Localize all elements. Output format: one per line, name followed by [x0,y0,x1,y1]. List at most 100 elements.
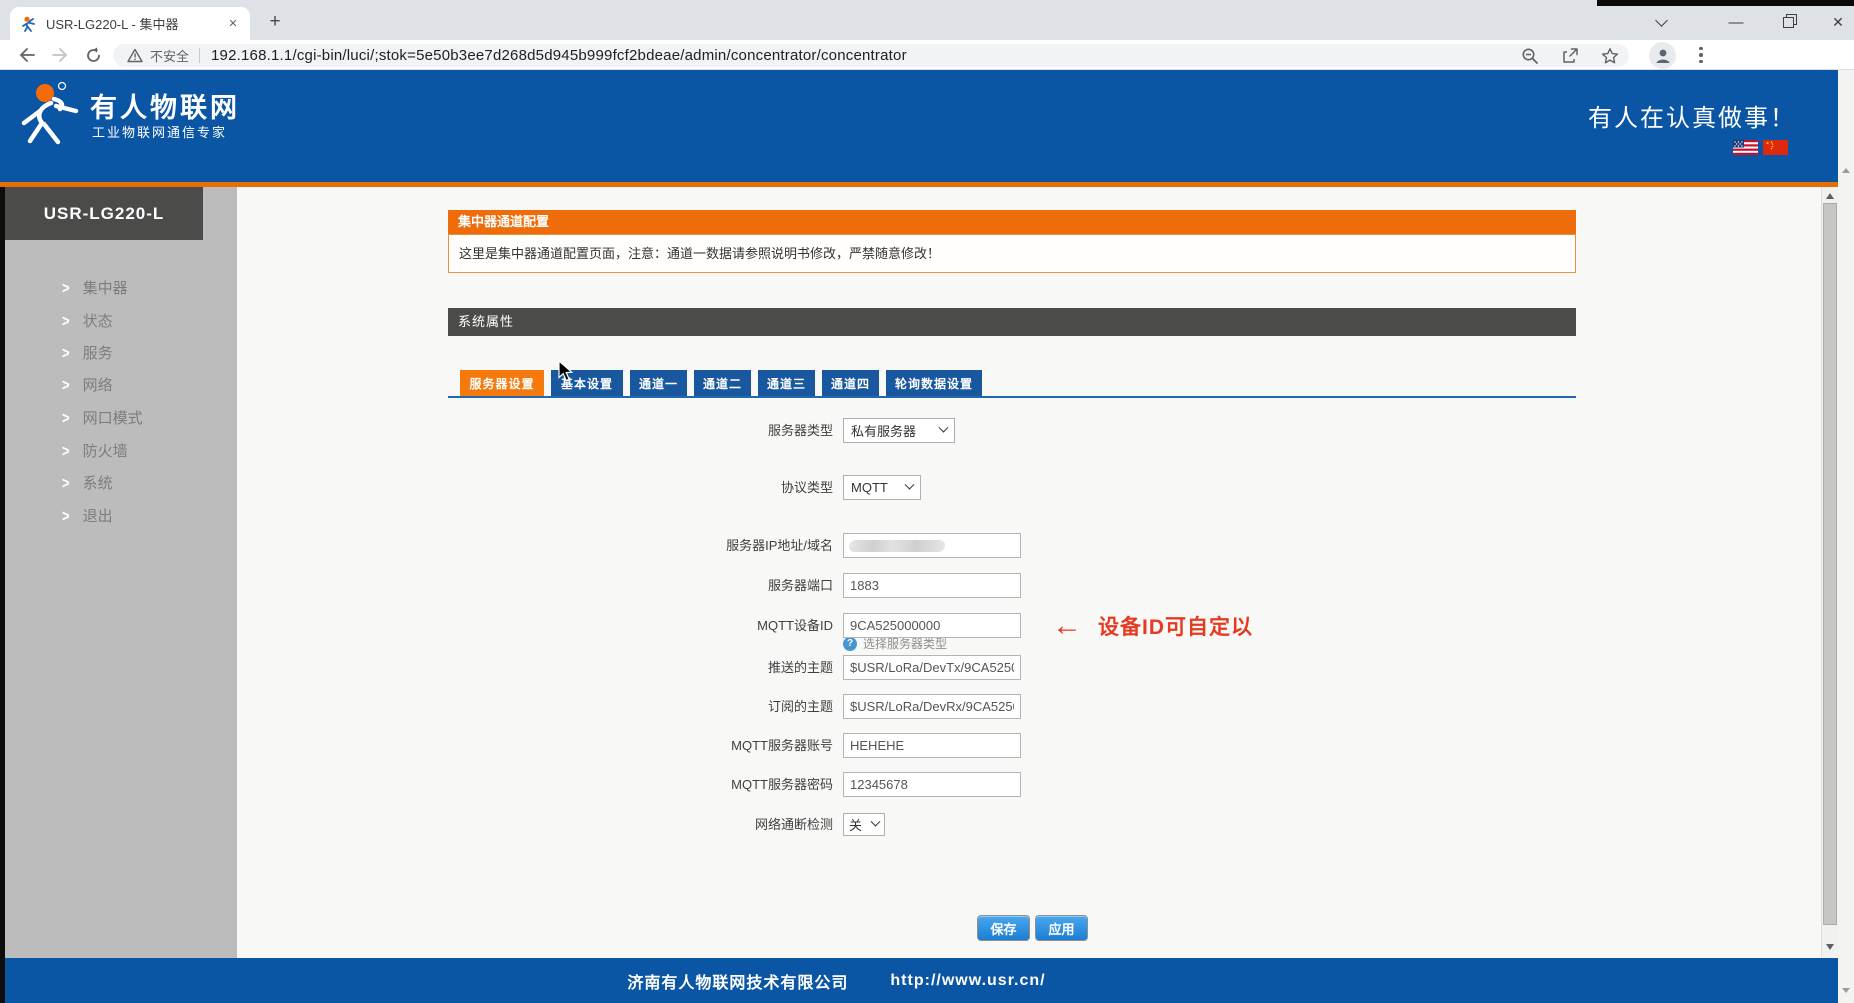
footer-url[interactable]: http://www.usr.cn/ [890,972,1045,990]
tab-underline [448,396,1576,398]
window-minimize-button[interactable]: — [1713,8,1759,36]
chevron-down-icon [871,817,881,827]
usr-logo [18,79,84,147]
sidebar-item-services[interactable]: > 服务 [5,339,203,365]
field-label: 推送的主题 [573,655,833,680]
tab-title: USR-LG220-L - 集中器 [46,14,224,33]
back-icon[interactable] [12,41,42,69]
apply-button[interactable]: 应用 [1035,915,1088,941]
omnibox-divider [199,48,200,63]
sidebar-item-system[interactable]: > 系统 [5,469,203,495]
field-label: 服务器端口 [573,573,833,598]
chevron-right-icon: > [62,472,70,492]
sidebar-item-port-mode[interactable]: > 网口模式 [5,404,203,430]
chevron-right-icon: > [62,505,70,525]
url-text[interactable]: 192.168.1.1/cgi-bin/luci/;stok=5e50b3ee7… [211,47,1509,64]
window-restore-button[interactable] [1765,8,1811,36]
usr-favicon [21,16,37,32]
tab-poll-data-settings[interactable]: 轮询数据设置 [886,370,982,396]
forward-icon [45,41,75,69]
tab-channel-4[interactable]: 通道四 [822,370,879,396]
chevron-right-icon: > [62,277,70,297]
address-bar[interactable]: 不安全 192.168.1.1/cgi-bin/luci/;stok=5e50b… [113,44,1629,67]
server-type-select[interactable]: 私有服务器 [843,418,955,443]
device-id-annotation: ← 设备ID可自定以 [1052,611,1253,641]
not-secure-warning-icon [127,48,143,63]
site-header: 有人物联网 工业物联网通信专家 有人在认真做事！ [0,70,1854,182]
redacted-value-smudge [848,540,946,552]
security-label[interactable]: 不安全 [150,46,189,65]
section-title-bar: 系统属性 [448,308,1576,336]
form-row-sub-topic: 订阅的主题 [448,694,1576,719]
browser-tab[interactable]: USR-LG220-L - 集中器 ✕ [10,7,250,40]
field-label: 网络通断检测 [573,813,833,836]
footer-company: 济南有人物联网技术有限公司 [627,969,848,993]
sidebar-item-logout[interactable]: > 退出 [5,502,203,528]
field-label: 协议类型 [573,475,833,500]
chevron-right-icon: > [62,342,70,362]
field-label: 订阅的主题 [573,694,833,719]
scroll-down-icon[interactable] [1842,988,1850,993]
tab-channel-3[interactable]: 通道三 [758,370,815,396]
field-label: MQTT设备ID [573,613,833,638]
subscribe-topic-input[interactable] [843,694,1021,719]
form-row-account: MQTT服务器账号 [448,733,1576,758]
chevron-right-icon: > [62,310,70,330]
browser-scrollbar[interactable] [1838,70,1854,1003]
chevron-right-icon: > [62,407,70,427]
form-tabs: 服务器设置 基本设置 通道一 通道二 通道三 通道四 轮询数据设置 [448,370,1576,396]
profile-avatar[interactable] [1649,42,1676,69]
cn-flag-icon[interactable] [1763,140,1788,155]
tab-channel-2[interactable]: 通道二 [694,370,751,396]
bookmark-star-icon[interactable] [1601,47,1619,65]
form-row-server-type: 服务器类型 私有服务器 [448,418,1576,443]
tab-server-settings[interactable]: 服务器设置 [460,370,544,396]
mqtt-password-input[interactable] [843,772,1021,797]
form-row-protocol: 协议类型 MQTT [448,475,1576,500]
panel-title-bar: 集中器通道配置 [448,210,1576,234]
scroll-down-icon[interactable] [1822,939,1838,954]
tab-search-chevron-icon[interactable] [1638,8,1684,36]
brand-subtitle: 工业物联网通信专家 [92,122,227,141]
net-detect-select[interactable]: 关 [843,813,885,836]
tab-channel-1[interactable]: 通道一 [630,370,687,396]
sidebar-item-concentrator[interactable]: > 集中器 [5,274,203,300]
zoom-icon[interactable] [1521,47,1539,65]
field-label: MQTT服务器账号 [573,733,833,758]
form-row-server-ip: 服务器IP地址/域名 [448,533,1576,558]
server-port-input[interactable] [843,573,1021,598]
form-row-server-port: 服务器端口 [448,573,1576,598]
scroll-up-icon[interactable] [1842,168,1850,173]
share-icon[interactable] [1561,47,1579,65]
window-close-button[interactable]: ✕ [1815,8,1854,36]
field-label: MQTT服务器密码 [573,772,833,797]
chevron-right-icon: > [62,440,70,460]
tab-close-icon[interactable]: ✕ [224,15,242,33]
header-slogan: 有人在认真做事！ [1588,98,1796,133]
device-model-title: USR-LG220-L [5,187,203,240]
form-row-password: MQTT服务器密码 [448,772,1576,797]
scrollbar-thumb[interactable] [1823,203,1837,925]
chevron-down-icon [939,423,949,433]
scroll-up-icon[interactable] [1822,188,1838,203]
form-row-pub-topic: 推送的主题 [448,655,1576,680]
panel-note: 这里是集中器通道配置页面，注意：通道一数据请参照说明书修改，严禁随意修改！ [448,234,1576,273]
mouse-cursor [557,360,577,382]
chevron-down-icon [905,480,915,490]
content-scrollbar[interactable] [1821,187,1838,958]
protocol-select[interactable]: MQTT [843,475,921,500]
us-flag-icon[interactable] [1733,140,1758,155]
page-footer: 济南有人物联网技术有限公司 http://www.usr.cn/ [5,958,1838,1003]
chevron-right-icon: > [62,374,70,394]
sidebar-item-firewall[interactable]: > 防火墙 [5,437,203,463]
mqtt-device-id-input[interactable] [843,613,1021,638]
publish-topic-input[interactable] [843,655,1021,680]
sidebar-item-status[interactable]: > 状态 [5,307,203,333]
sidebar-item-network[interactable]: > 网络 [5,371,203,397]
mqtt-account-input[interactable] [843,733,1021,758]
browser-menu-icon[interactable] [1692,42,1710,68]
save-button[interactable]: 保存 [977,915,1030,941]
browser-window: USR-LG220-L - 集中器 ✕ + — ✕ 不安全 192.168.1.… [0,0,1854,1003]
reload-icon[interactable] [78,41,108,69]
new-tab-button[interactable]: + [262,9,288,35]
